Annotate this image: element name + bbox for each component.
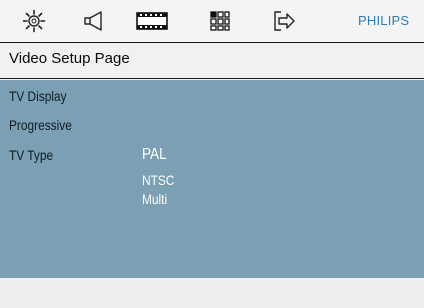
exit-icon[interactable] [272,3,296,39]
audio-setup-icon[interactable] [80,3,106,39]
title-divider [0,78,424,79]
setup-screen: PHILIPS Video Setup Page TV Display Prog… [0,0,424,308]
brand-logo-text: PHILIPS [358,13,410,28]
menu-item-tv-display[interactable]: TV Display [9,88,67,104]
tv-type-option-ntsc[interactable]: NTSC [142,172,174,188]
general-setup-icon[interactable] [20,3,48,39]
tv-type-option-pal[interactable]: PAL [142,146,167,164]
setup-toolbar: PHILIPS [0,0,424,42]
menu-item-tv-type[interactable]: TV Type [9,147,53,163]
status-bar [0,280,424,308]
tv-type-option-multi[interactable]: Multi [142,191,167,207]
menu-item-progressive[interactable]: Progressive [9,117,72,133]
toolbar-divider [0,42,424,43]
preference-setup-icon[interactable] [208,3,232,39]
page-title: Video Setup Page [9,50,130,67]
video-setup-icon[interactable] [136,3,168,39]
settings-panel: TV Display Progressive TV Type PAL NTSC … [0,80,424,278]
